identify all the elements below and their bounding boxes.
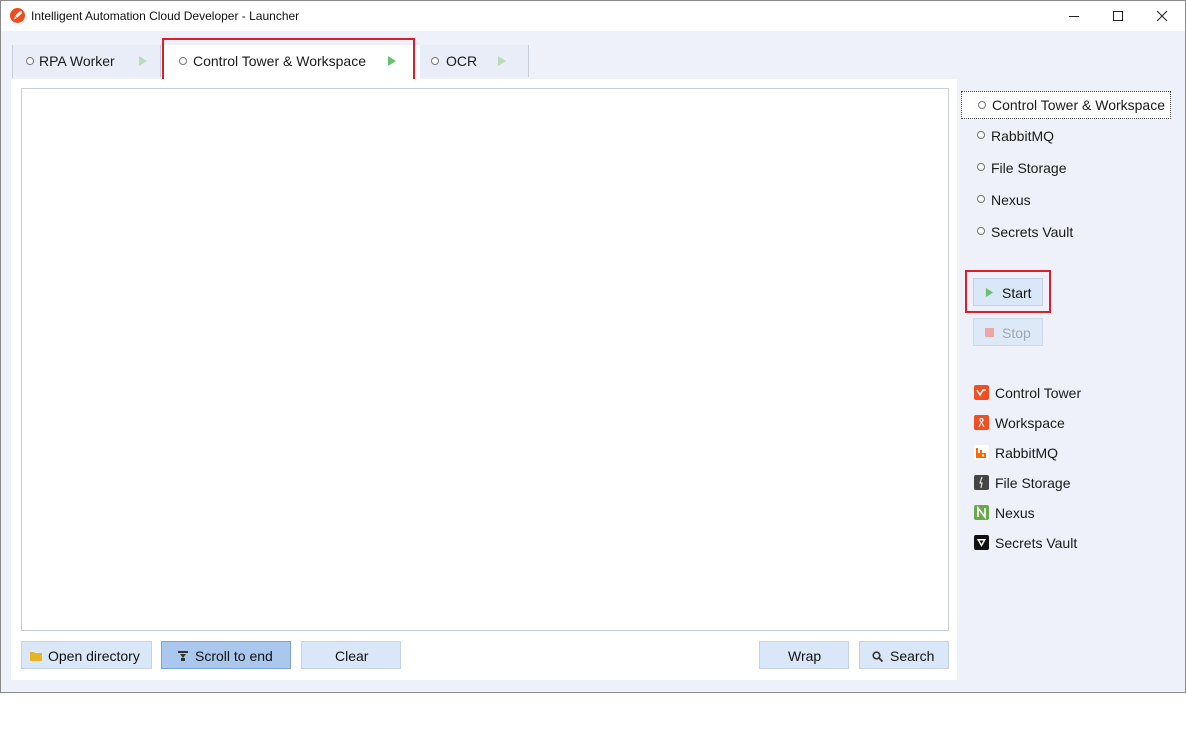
tab-ocr[interactable]: OCR: [420, 45, 529, 77]
nexus-icon: [974, 505, 989, 520]
button-label: Start: [1002, 285, 1032, 301]
link-label: Secrets Vault: [995, 535, 1078, 551]
close-icon: [1156, 10, 1168, 22]
link-label: Workspace: [995, 415, 1065, 431]
play-icon[interactable]: [138, 56, 148, 66]
title-bar: Intelligent Automation Cloud Developer -…: [1, 1, 1185, 31]
minimize-icon: [1069, 16, 1079, 17]
service-label: RabbitMQ: [991, 128, 1055, 144]
tab-control-tower-workspace[interactable]: Control Tower & Workspace: [161, 45, 420, 79]
clear-button[interactable]: Clear: [301, 641, 401, 669]
log-output-area[interactable]: [21, 88, 949, 631]
link-label: Control Tower: [995, 385, 1082, 401]
maximize-button[interactable]: [1095, 1, 1141, 31]
service-panel: Control Tower & Workspace RabbitMQ File …: [958, 79, 1185, 691]
vault-icon: [974, 535, 989, 550]
tab-label: OCR: [446, 53, 478, 69]
window-title: Intelligent Automation Cloud Developer -…: [31, 9, 300, 23]
radio-dot-icon: [977, 163, 985, 171]
start-button[interactable]: Start: [973, 278, 1043, 306]
radio-dot-icon: [978, 101, 986, 109]
control-tower-icon: [974, 385, 989, 400]
search-icon: [872, 651, 883, 662]
button-label: Open directory: [48, 648, 140, 664]
radio-dot-icon: [431, 57, 439, 65]
service-label: File Storage: [991, 160, 1067, 176]
workspace-icon: [974, 415, 989, 430]
radio-dot-icon: [977, 227, 985, 235]
wrap-button[interactable]: Wrap: [759, 641, 849, 669]
stop-icon: [985, 328, 994, 337]
search-button[interactable]: Search: [859, 641, 949, 669]
button-label: Stop: [1002, 325, 1031, 341]
scroll-end-icon: [178, 651, 188, 661]
panel-divider: [948, 118, 949, 630]
play-icon[interactable]: [387, 56, 397, 66]
scroll-to-end-button[interactable]: Scroll to end: [161, 641, 291, 669]
tab-bar: RPA Worker Control Tower & Workspace OCR: [10, 45, 530, 79]
service-control-tower-workspace[interactable]: Control Tower & Workspace: [961, 91, 1171, 119]
maximize-icon: [1113, 11, 1123, 21]
close-button[interactable]: [1139, 1, 1185, 31]
service-label: Control Tower & Workspace: [992, 97, 1165, 113]
service-label: Nexus: [991, 192, 1031, 208]
folder-icon: [30, 652, 42, 661]
button-label: Scroll to end: [195, 648, 273, 664]
link-label: Nexus: [995, 505, 1035, 521]
minimize-button[interactable]: [1051, 1, 1097, 31]
tab-rpa-worker[interactable]: RPA Worker: [13, 45, 161, 77]
tab-label: Control Tower & Workspace: [193, 53, 366, 69]
button-label: Clear: [335, 648, 369, 664]
radio-dot-icon: [977, 195, 985, 203]
rabbitmq-icon: [974, 445, 989, 460]
button-label: Wrap: [788, 648, 822, 664]
tab-label: RPA Worker: [39, 53, 115, 69]
link-label: RabbitMQ: [995, 445, 1059, 461]
file-storage-icon: [974, 475, 989, 490]
play-icon: [985, 288, 994, 297]
stop-button[interactable]: Stop: [973, 318, 1043, 346]
radio-dot-icon: [179, 57, 187, 65]
button-label: Search: [890, 648, 935, 664]
play-icon[interactable]: [497, 56, 507, 66]
open-directory-button[interactable]: Open directory: [21, 641, 152, 669]
radio-dot-icon: [26, 57, 34, 65]
link-label: File Storage: [995, 475, 1071, 491]
radio-dot-icon: [977, 131, 985, 139]
service-label: Secrets Vault: [991, 224, 1074, 240]
rocket-app-icon: [10, 8, 25, 23]
